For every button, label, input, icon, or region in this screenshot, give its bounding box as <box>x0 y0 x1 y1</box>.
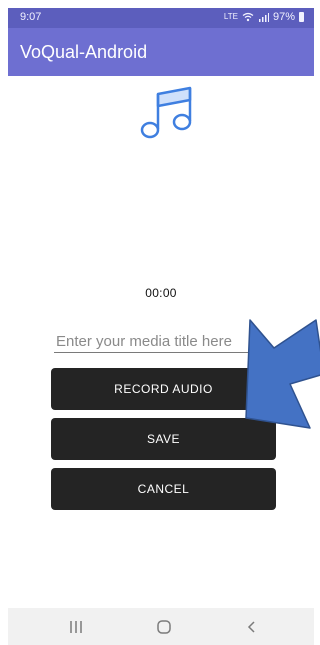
status-icons: LTE 97% <box>224 11 304 23</box>
app-bar: VoQual-Android <box>8 28 314 76</box>
record-screen: 00:00 RECORD AUDIO SAVE CANCEL <box>8 76 320 608</box>
music-note-icon <box>140 86 192 139</box>
wifi-icon <box>242 12 254 22</box>
save-button[interactable]: SAVE <box>51 418 276 460</box>
cancel-button[interactable]: CANCEL <box>51 468 276 510</box>
recent-apps-icon[interactable] <box>64 617 88 637</box>
app-title: VoQual-Android <box>20 42 148 62</box>
battery-icon <box>299 12 304 22</box>
annotation-arrow <box>245 319 320 429</box>
volte-icon: LTE <box>223 12 238 21</box>
status-bar: 9:07 LTE 97% <box>8 8 314 28</box>
battery-level: 97% <box>272 11 295 23</box>
recording-timer: 00:00 <box>145 286 177 300</box>
back-icon[interactable] <box>240 617 264 637</box>
status-time: 9:07 <box>20 11 42 23</box>
home-icon[interactable] <box>152 617 176 637</box>
signal-icon <box>258 13 269 22</box>
system-nav-bar <box>8 608 314 645</box>
media-title-input[interactable] <box>54 330 274 353</box>
record-audio-button[interactable]: RECORD AUDIO <box>51 368 276 410</box>
